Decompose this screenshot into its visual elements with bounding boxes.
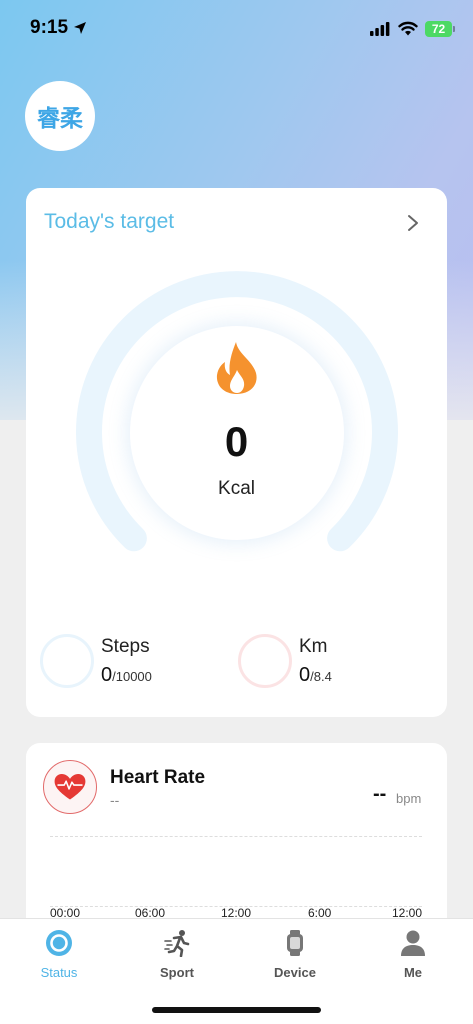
heart-icon-circle: [43, 760, 97, 814]
heart-rate-unit: bpm: [396, 791, 422, 806]
chart-gridline-top: [50, 836, 422, 837]
flame-icon: [216, 342, 257, 394]
tab-me[interactable]: Me: [354, 929, 472, 980]
steps-value: 0: [101, 664, 113, 686]
steps-progress-ring: [40, 634, 94, 688]
steps-label: Steps: [101, 636, 150, 657]
km-value: 0: [299, 664, 311, 686]
chevron-right-icon[interactable]: [406, 213, 420, 233]
km-goal: /8.4: [310, 669, 332, 684]
tab-status[interactable]: Status: [0, 929, 118, 980]
steps-value-group: 0/10000: [101, 664, 152, 687]
tab-status-label: Status: [40, 965, 78, 980]
status-ring-icon: [46, 930, 72, 956]
km-progress-ring: [238, 634, 292, 688]
location-arrow-icon: [74, 22, 86, 34]
calorie-unit: Kcal: [218, 478, 255, 499]
heart-rate-value: --: [373, 783, 387, 805]
status-time: 9:15: [30, 17, 69, 38]
km-label: Km: [299, 636, 328, 657]
tab-me-label: Me: [403, 965, 423, 980]
todays-target-card[interactable]: Today's target 0 Kcal Steps 0/10000 Km 0…: [26, 188, 447, 717]
target-card-title: Today's target: [44, 210, 175, 233]
heart-rate-card[interactable]: Heart Rate -- -- bpm 00:00 06:00 12:00 6…: [26, 743, 447, 943]
profile-avatar[interactable]: 睿柔: [25, 81, 95, 151]
heart-rate-subtitle: --: [110, 792, 120, 808]
km-value-group: 0/8.4: [299, 664, 332, 687]
tab-sport[interactable]: Sport: [118, 929, 236, 980]
steps-goal: /10000: [112, 669, 152, 684]
avatar-text: 睿柔: [37, 106, 83, 132]
heart-rate-title: Heart Rate: [110, 767, 206, 788]
watch-icon: [287, 930, 303, 956]
status-bar: 9:15 72: [0, 0, 473, 58]
person-icon: [401, 930, 425, 956]
tab-sport-label: Sport: [160, 965, 194, 980]
calorie-value: 0: [224, 418, 249, 465]
tab-device-label: Device: [274, 965, 316, 980]
battery-level: 72: [431, 22, 446, 36]
tab-device[interactable]: Device: [236, 929, 354, 980]
running-person-icon: [164, 930, 190, 957]
battery-indicator: 72: [425, 21, 455, 37]
heart-pulse-icon: [54, 774, 86, 800]
cellular-signal-icon: [370, 22, 390, 36]
home-indicator: [152, 1007, 321, 1013]
wifi-icon: [398, 21, 418, 36]
